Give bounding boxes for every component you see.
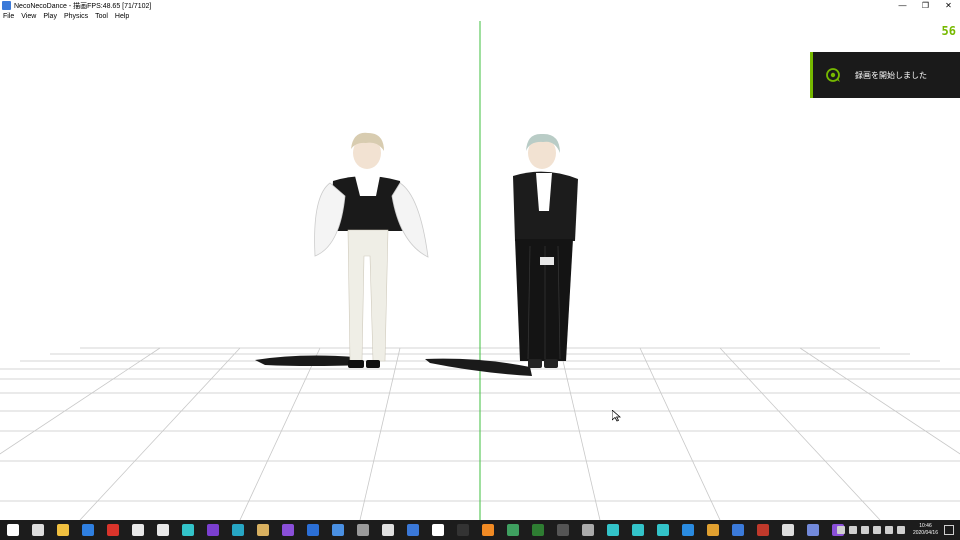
recording-icon <box>826 68 840 82</box>
model-shadows <box>255 355 532 376</box>
notepad-icon[interactable] <box>382 524 394 536</box>
app-gray-icon[interactable] <box>357 524 369 536</box>
terminal-icon[interactable] <box>457 524 469 536</box>
notification-icon[interactable] <box>944 525 954 535</box>
edge-icon[interactable] <box>82 524 94 536</box>
clock-date: 2020/04/16 <box>912 530 938 536</box>
chrome-icon[interactable] <box>432 524 444 536</box>
vivaldi-icon[interactable] <box>107 524 119 536</box>
network-icon[interactable] <box>860 526 869 534</box>
menu-bar: File View Play Physics Tool Help <box>0 11 960 21</box>
visual-studio-icon[interactable] <box>282 524 294 536</box>
discord-icon[interactable] <box>807 524 819 536</box>
maps-icon[interactable] <box>307 524 319 536</box>
vscode-icon[interactable] <box>682 524 694 536</box>
film-icon[interactable] <box>132 524 144 536</box>
spreadsheet-icon[interactable] <box>532 524 544 536</box>
app-red-icon[interactable] <box>757 524 769 536</box>
model-right <box>513 133 578 368</box>
window-title: NecoNecoDance - 描画FPS:48.65 [71/7102] <box>14 2 152 10</box>
calculator-icon[interactable] <box>332 524 344 536</box>
menu-play[interactable]: Play <box>40 13 61 20</box>
app-teal-icon[interactable] <box>232 524 244 536</box>
menu-file[interactable]: File <box>0 13 18 20</box>
system-tray: 10:46 2020/04/16 <box>835 520 960 540</box>
battery-icon[interactable] <box>872 526 881 534</box>
app-green-icon[interactable] <box>507 524 519 536</box>
app-purple-icon[interactable] <box>207 524 219 536</box>
windows-start-icon[interactable] <box>7 524 19 536</box>
maximize-button[interactable]: ❐ <box>914 0 937 11</box>
menu-help[interactable]: Help <box>112 13 133 20</box>
menu-view[interactable]: View <box>18 13 40 20</box>
app-white-icon[interactable] <box>782 524 794 536</box>
task-view-icon[interactable] <box>32 524 44 536</box>
miku-icon[interactable] <box>182 524 194 536</box>
miku-icon-4[interactable] <box>657 524 669 536</box>
model-left <box>314 132 429 368</box>
clock-time: 10:46 <box>919 523 932 529</box>
title-bar: NecoNecoDance - 描画FPS:48.65 [71/7102] — … <box>0 0 960 11</box>
taskbar-apps <box>0 520 850 540</box>
app-blue-icon[interactable] <box>407 524 419 536</box>
mouse-cursor-icon <box>612 410 621 422</box>
miku-icon-3[interactable] <box>632 524 644 536</box>
volume-icon[interactable] <box>884 526 893 534</box>
recording-toast: 録画を開始しました <box>810 52 960 98</box>
menu-physics[interactable]: Physics <box>61 13 92 20</box>
paint-icon[interactable] <box>707 524 719 536</box>
minimize-button[interactable]: — <box>891 0 914 11</box>
file-explorer-icon[interactable] <box>57 524 69 536</box>
chevron-up-icon[interactable] <box>836 526 845 534</box>
close-button[interactable]: ✕ <box>937 0 960 11</box>
fps-counter: 56 <box>941 24 956 38</box>
3d-viewport[interactable]: 56 録画を開始しました <box>0 21 960 520</box>
neconeco-icon[interactable] <box>732 524 744 536</box>
window-controls: — ❐ ✕ <box>891 0 960 11</box>
app-icon <box>2 1 11 10</box>
menu-tool[interactable]: Tool <box>92 13 112 20</box>
ime-icon[interactable] <box>896 526 905 534</box>
miku-icon-2[interactable] <box>607 524 619 536</box>
taskbar-clock[interactable]: 10:46 2020/04/16 <box>913 523 938 537</box>
app-dark-icon[interactable] <box>557 524 569 536</box>
microphone-icon[interactable] <box>848 526 857 534</box>
toast-message: 録画を開始しました <box>855 70 927 80</box>
blender-icon[interactable] <box>482 524 494 536</box>
film-icon-2[interactable] <box>157 524 169 536</box>
taskbar: 10:46 2020/04/16 <box>0 520 960 540</box>
folder-app-icon[interactable] <box>257 524 269 536</box>
app-gear-icon[interactable] <box>582 524 594 536</box>
